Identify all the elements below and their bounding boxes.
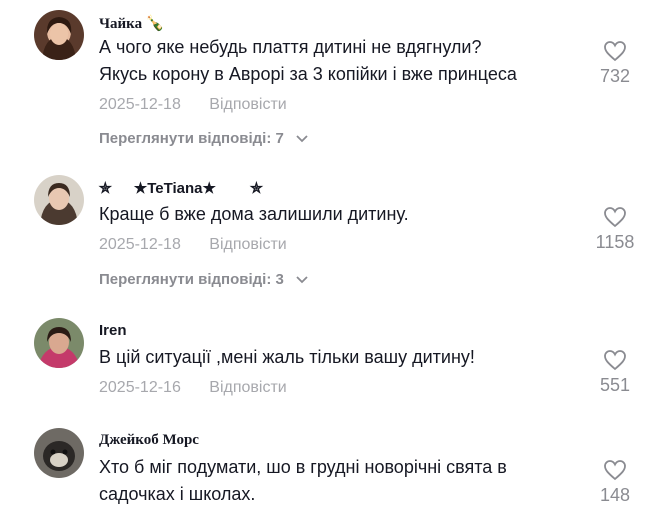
- username-decoration: ✮: [250, 180, 263, 197]
- reply-button[interactable]: Відповісти: [209, 379, 286, 396]
- heart-outline-icon[interactable]: [603, 40, 627, 62]
- username[interactable]: ✮ ★TeTiana★ ✮: [99, 179, 263, 197]
- reply-button[interactable]: Відповісти: [209, 96, 286, 113]
- avatar[interactable]: [34, 428, 84, 478]
- avatar[interactable]: [34, 10, 84, 60]
- comment-date: 2025-12-16: [99, 379, 181, 396]
- like-count: 732: [599, 66, 631, 86]
- like-count: 1158: [595, 232, 635, 252]
- chevron-down-icon: [296, 135, 308, 143]
- comment-meta: 2025-12-18 Відповісти: [99, 96, 287, 114]
- avatar[interactable]: [34, 175, 84, 225]
- comment-text-line: Хто б міг подумати, шо в грудні новорічн…: [99, 457, 507, 477]
- comment-date: 2025-12-18: [99, 236, 181, 253]
- username[interactable]: Iren: [99, 322, 127, 339]
- comment-meta: 2025-12-16 Відповісти: [99, 379, 287, 397]
- username-text: Джейкоб Морс: [99, 432, 199, 448]
- view-replies-label: Переглянути відповіді: 3: [99, 271, 284, 288]
- username-text: Чайка: [99, 16, 143, 32]
- like-control: 732: [593, 40, 637, 87]
- view-replies-label: Переглянути відповіді: 7: [99, 130, 284, 147]
- comment-text-line: садочках і школах.: [99, 484, 256, 504]
- username-text: ★TeTiana★: [133, 180, 216, 197]
- chevron-down-icon: [296, 276, 308, 284]
- comment-text: А чого яке небудь плаття дитині не вдягн…: [99, 34, 579, 88]
- like-count: 148: [599, 485, 631, 505]
- username[interactable]: Чайка 🍾: [99, 14, 165, 33]
- comment-text-line: В цій ситуації ,мені жаль тільки вашу ди…: [99, 347, 475, 367]
- bottle-emoji-icon: 🍾: [145, 16, 165, 32]
- like-count: 551: [599, 375, 631, 395]
- comment-date: 2025-12-18: [99, 96, 181, 113]
- comment-text: В цій ситуації ,мені жаль тільки вашу ди…: [99, 344, 579, 371]
- view-replies-button[interactable]: Переглянути відповіді: 3: [99, 271, 308, 288]
- avatar[interactable]: [34, 318, 84, 368]
- heart-outline-icon[interactable]: [603, 206, 627, 228]
- username-decoration: ✮: [99, 180, 112, 197]
- like-control: 148: [593, 459, 637, 506]
- like-control: 551: [593, 349, 637, 396]
- comment-text-line: Якусь корону в Аврорі за 3 копійки і вже…: [99, 64, 517, 84]
- comment-text-line: Краще б вже дома залишили дитину.: [99, 204, 409, 224]
- username-text: Iren: [99, 322, 127, 339]
- like-control: 1158: [593, 206, 637, 253]
- view-replies-button[interactable]: Переглянути відповіді: 7: [99, 130, 308, 147]
- heart-outline-icon[interactable]: [603, 459, 627, 481]
- heart-outline-icon[interactable]: [603, 349, 627, 371]
- comment-text: Краще б вже дома залишили дитину.: [99, 201, 579, 228]
- reply-button[interactable]: Відповісти: [209, 236, 286, 253]
- comment-text-line: А чого яке небудь плаття дитині не вдягн…: [99, 37, 482, 57]
- comment-text: Хто б міг подумати, шо в грудні новорічн…: [99, 454, 579, 508]
- comment-meta: 2025-12-18 Відповісти: [99, 236, 287, 254]
- username[interactable]: Джейкоб Морс: [99, 432, 199, 449]
